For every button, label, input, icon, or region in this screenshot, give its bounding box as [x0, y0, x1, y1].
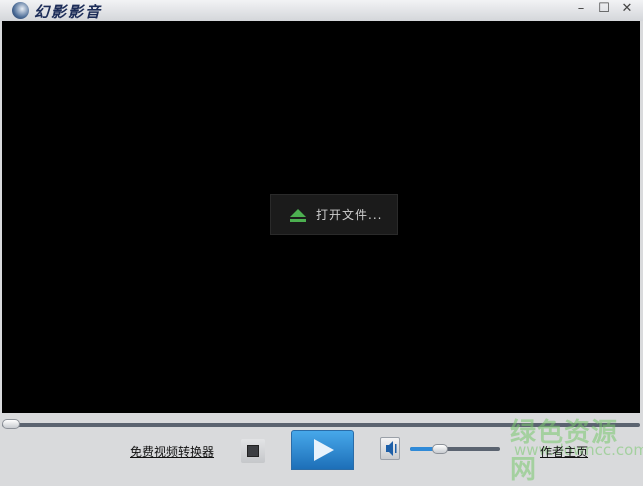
play-button[interactable] — [291, 430, 354, 470]
title-bar: 幻影影音 – ☐ ✕ — [0, 0, 643, 21]
video-area[interactable]: 打开文件... — [2, 21, 640, 413]
play-icon — [314, 439, 334, 461]
video-converter-link[interactable]: 免费视频转换器 — [130, 443, 214, 460]
stop-icon — [247, 445, 259, 457]
close-button[interactable]: ✕ — [618, 0, 636, 18]
open-file-button[interactable]: 打开文件... — [270, 194, 398, 235]
seek-handle[interactable] — [2, 419, 20, 429]
app-logo-icon — [12, 2, 29, 19]
volume-slider[interactable] — [410, 444, 500, 454]
volume-button[interactable] — [380, 437, 400, 460]
app-title: 幻影影音 — [34, 3, 103, 21]
stop-button[interactable] — [241, 439, 265, 463]
maximize-button[interactable]: ☐ — [595, 0, 613, 18]
minimize-button[interactable]: – — [572, 0, 590, 18]
volume-handle[interactable] — [432, 444, 448, 454]
eject-icon — [290, 209, 306, 222]
speaker-icon — [386, 441, 397, 456]
open-file-label: 打开文件... — [316, 208, 383, 222]
author-homepage-link[interactable]: 作者主页 — [540, 443, 588, 460]
